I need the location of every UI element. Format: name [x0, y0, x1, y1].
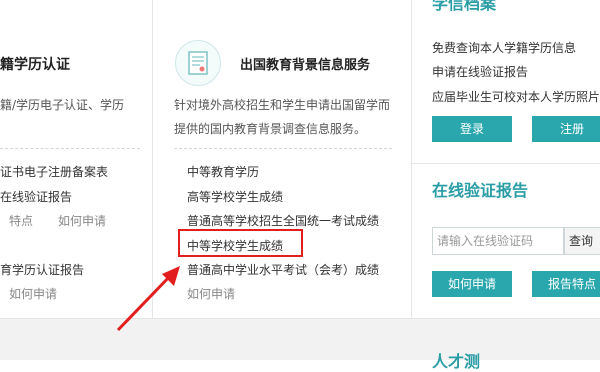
left-sublink-apply-2[interactable]: 如何申请 [9, 285, 57, 302]
middle-link-huikao-grades[interactable]: 普通高中学业水平考试（会考）成绩 [187, 261, 379, 278]
middle-link-gaokao-grades[interactable]: 普通高等学校招生全国统一考试成绩 [187, 212, 379, 229]
left-panel-title: 籍学历认证 [0, 57, 70, 73]
red-arrow-icon [116, 266, 180, 332]
middle-link-how-apply[interactable]: 如何申请 [187, 285, 235, 302]
middle-panel-title: 出国教育背景信息服务 [240, 58, 371, 73]
right-divider [412, 163, 600, 164]
middle-desc-line2: 提供的国内教育背景调查信息服务。 [174, 122, 367, 136]
left-link-1[interactable]: 证书电子注册备案表 [0, 163, 108, 180]
left-link-3[interactable]: 育学历认证报告 [0, 261, 84, 278]
how-apply-button[interactable]: 如何申请 [432, 271, 512, 297]
talent-eval-title: 人才测 [432, 352, 481, 371]
certificate-icon [175, 40, 221, 86]
right-item-3: 应届毕业生可校对本人学历照片 [432, 90, 600, 104]
verify-code-input[interactable]: 请输入在线验证码 [432, 227, 564, 255]
register-button[interactable]: 注册 [532, 116, 600, 142]
middle-desc-line1: 针对境外高校招生和学生申请出国留学而 [174, 98, 391, 112]
left-link-2[interactable]: 在线验证报告 [0, 188, 72, 205]
middle-link-university-grades[interactable]: 高等学校学生成绩 [187, 188, 283, 205]
left-panel-desc: 籍/学历电子认证、学历 [0, 98, 125, 112]
highlight-box [178, 229, 303, 257]
left-sublink-features[interactable]: 特点 [9, 212, 33, 229]
query-button[interactable]: 查询 [564, 227, 600, 255]
left-divider [0, 148, 140, 149]
right-item-2: 申请在线验证报告 [432, 65, 529, 79]
middle-divider [174, 148, 392, 149]
middle-link-secondary-education[interactable]: 中等教育学历 [187, 163, 259, 180]
left-sublink-apply[interactable]: 如何申请 [58, 212, 106, 229]
login-button[interactable]: 登录 [432, 116, 512, 142]
report-features-button[interactable]: 报告特点 [532, 271, 600, 297]
footer-band [0, 318, 600, 360]
online-verify-title: 在线验证报告 [432, 181, 529, 200]
xuexin-archive-title: 学信档案 [432, 0, 497, 13]
right-item-1: 免费查询本人学籍学历信息 [432, 41, 577, 55]
